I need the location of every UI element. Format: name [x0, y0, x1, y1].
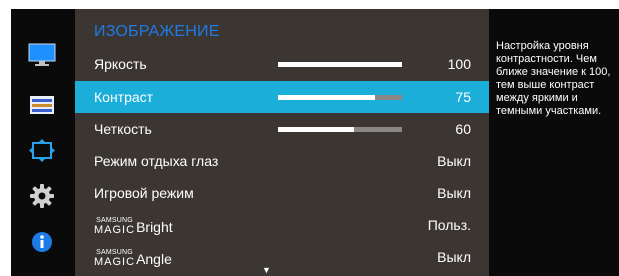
- menu-item-value: Выкл: [437, 249, 471, 265]
- menu-item-magic-bright[interactable]: SAMSUNG MAGIC Bright Польз.: [75, 209, 489, 241]
- menu-item-game-mode[interactable]: Игровой режим Выкл: [75, 177, 489, 209]
- menu-item-label: SAMSUNG MAGIC Angle: [94, 249, 172, 268]
- slider-fill: [278, 127, 354, 132]
- menu-item-value: 100: [447, 56, 471, 72]
- contrast-slider[interactable]: [278, 95, 402, 100]
- brand-magic: MAGIC: [94, 256, 136, 268]
- samsung-magic-logo: SAMSUNG MAGIC: [94, 249, 136, 268]
- samsung-magic-logo: SAMSUNG MAGIC: [94, 217, 136, 236]
- menu-item-label: Яркость: [94, 56, 147, 72]
- settings-panel: ИЗОБРАЖЕНИЕ Яркость 100 Контраст 75 Четк…: [75, 9, 489, 276]
- menu-item-value: Польз.: [427, 217, 471, 233]
- screen-size-icon[interactable]: [23, 134, 61, 168]
- menu-item-value: 75: [455, 89, 471, 105]
- menu-item-label: Четкость: [94, 121, 152, 137]
- menu-item-contrast[interactable]: Контраст 75: [75, 81, 489, 113]
- slider-fill: [278, 62, 402, 67]
- slider-fill: [278, 95, 375, 100]
- gear-icon[interactable]: [23, 179, 61, 213]
- panel-title: ИЗОБРАЖЕНИЕ: [94, 23, 220, 40]
- menu-item-value: Выкл: [437, 153, 471, 169]
- menu-item-value: Выкл: [437, 185, 471, 201]
- help-text: Настройка уровня контрастности. Чем ближ…: [496, 40, 611, 117]
- menu-item-label: Режим отдыха глаз: [94, 153, 219, 169]
- menu-item-sharpness[interactable]: Четкость 60: [75, 113, 489, 145]
- category-sidebar: [11, 9, 74, 276]
- menu-item-label: Контраст: [94, 89, 154, 105]
- menu-item-value: 60: [455, 121, 471, 137]
- menu-item-label: SAMSUNG MAGIC Bright: [94, 217, 173, 236]
- info-icon[interactable]: [23, 225, 61, 259]
- brightness-slider[interactable]: [278, 62, 402, 67]
- menu-item-magic-angle[interactable]: SAMSUNG MAGIC Angle Выкл: [75, 241, 489, 273]
- brand-magic: MAGIC: [94, 224, 136, 236]
- menu-item-label: Игровой режим: [94, 185, 194, 201]
- sharpness-slider[interactable]: [278, 127, 402, 132]
- menu-item-label-text: Bright: [136, 219, 173, 235]
- menu-item-brightness[interactable]: Яркость 100: [75, 48, 489, 80]
- menu-item-label-text: Angle: [136, 251, 172, 267]
- onscreen-display-icon[interactable]: [23, 88, 61, 122]
- menu-item-eye-saver-mode[interactable]: Режим отдыха глаз Выкл: [75, 145, 489, 177]
- osd-menu: ИЗОБРАЖЕНИЕ Яркость 100 Контраст 75 Четк…: [11, 9, 619, 276]
- help-panel: Настройка уровня контрастности. Чем ближ…: [490, 9, 619, 276]
- scroll-down-icon[interactable]: ▼: [262, 265, 271, 275]
- picture-icon[interactable]: [23, 38, 61, 72]
